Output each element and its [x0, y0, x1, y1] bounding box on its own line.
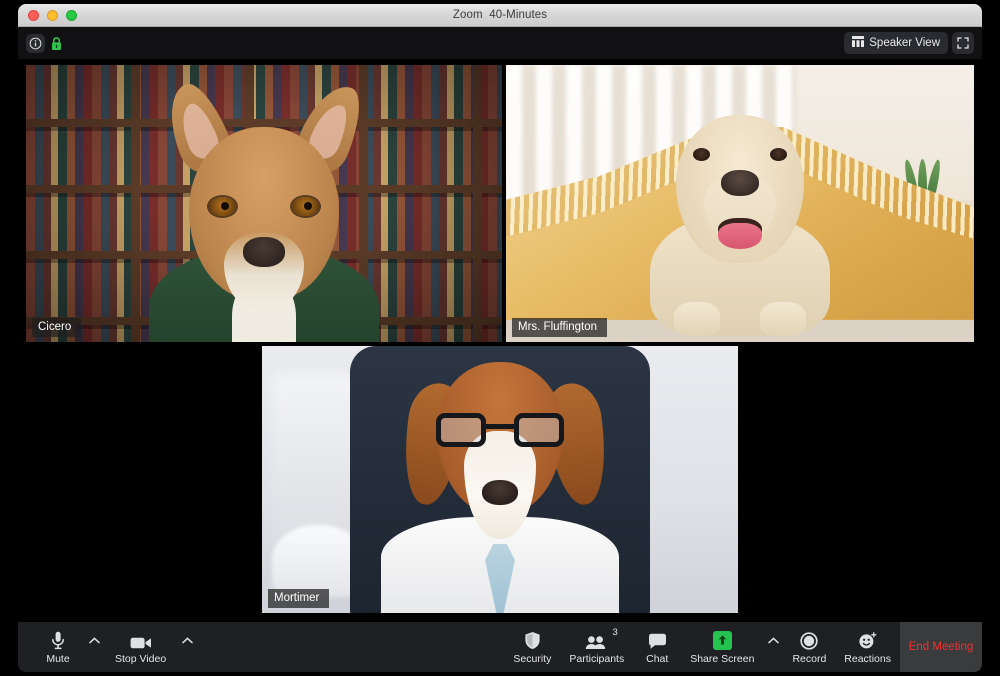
security-button[interactable]: Security: [504, 622, 560, 672]
record-label: Record: [792, 653, 826, 665]
mute-label: Mute: [46, 653, 69, 665]
toolbar-left-group: Mute Stop Video: [18, 622, 197, 672]
meeting-top-bar: Speaker View: [18, 27, 982, 59]
close-window-button[interactable]: [28, 10, 39, 21]
dog-eye-left: [209, 197, 236, 216]
view-controls: Speaker View: [844, 32, 974, 54]
chat-button[interactable]: Chat: [633, 622, 681, 672]
speaker-view-button[interactable]: Speaker View: [844, 32, 948, 54]
end-meeting-label: End Meeting: [909, 641, 974, 653]
record-button[interactable]: Record: [783, 622, 835, 672]
chat-label: Chat: [646, 653, 668, 665]
video-grid: Cicero: [18, 59, 982, 622]
audio-options-chevron-up-icon[interactable]: [84, 622, 104, 672]
participant-video-mortimer: [262, 346, 738, 613]
participant-video-mrs-fluffington: [506, 65, 974, 342]
info-icon[interactable]: [26, 34, 45, 53]
participant-name-tag: Mortimer: [268, 589, 329, 608]
reactions-label: Reactions: [844, 653, 891, 665]
dog-nose: [243, 237, 285, 267]
participant-video-cicero: [26, 65, 502, 342]
share-screen-button[interactable]: Share Screen: [681, 622, 763, 672]
stop-video-button[interactable]: Stop Video: [106, 622, 175, 672]
window-titlebar: Zoom 40-Minutes: [18, 4, 982, 27]
window-title: Zoom 40-Minutes: [453, 9, 547, 21]
participant-name-tag: Cicero: [32, 318, 81, 337]
maximize-window-button[interactable]: [66, 10, 77, 21]
meeting-info-group: [26, 34, 63, 53]
share-screen-label: Share Screen: [690, 653, 754, 665]
dog-eye-right: [292, 197, 319, 216]
video-tile-cicero[interactable]: Cicero: [26, 65, 502, 342]
video-tile-mortimer[interactable]: Mortimer: [262, 346, 738, 613]
toolbar-right-group: Security 3 Participants: [504, 622, 900, 672]
participant-name-tag: Mrs. Fluffington: [512, 318, 607, 337]
beagle-nose: [482, 480, 518, 505]
eyeglasses-icon: [436, 413, 564, 447]
security-label: Security: [513, 653, 551, 665]
fullscreen-icon[interactable]: [952, 32, 974, 54]
people-icon: 3: [585, 630, 609, 650]
camera-icon: [130, 630, 152, 650]
green-lock-icon[interactable]: [50, 36, 63, 51]
record-circle-icon: [800, 630, 818, 650]
labrador-tongue: [718, 223, 762, 249]
grid-icon: [852, 34, 864, 52]
video-options-chevron-up-icon[interactable]: [177, 622, 197, 672]
speaker-view-label: Speaker View: [869, 37, 940, 49]
shield-icon: [524, 630, 541, 650]
labrador-paw-right: [760, 302, 806, 336]
zoom-window: Zoom 40-Minutes: [18, 4, 982, 672]
labrador-paw-left: [674, 302, 720, 336]
smiley-plus-icon: [858, 630, 877, 650]
end-meeting-button[interactable]: End Meeting: [900, 622, 982, 672]
labrador-nose: [721, 170, 759, 196]
chat-bubble-icon: [648, 630, 667, 650]
toolbar-spacer: [197, 622, 504, 672]
meeting-toolbar: Mute Stop Video: [18, 622, 982, 672]
labrador-eye-right: [770, 148, 787, 161]
mute-button[interactable]: Mute: [34, 622, 82, 672]
video-tile-mrs-fluffington[interactable]: Mrs. Fluffington: [506, 65, 974, 342]
microphone-icon: [51, 630, 65, 650]
participants-button[interactable]: 3 Participants: [560, 622, 633, 672]
reactions-button[interactable]: Reactions: [835, 622, 900, 672]
meeting-body: Speaker View: [18, 27, 982, 672]
minimize-window-button[interactable]: [47, 10, 58, 21]
traffic-lights: [28, 4, 77, 26]
participants-label: Participants: [569, 653, 624, 665]
participants-count-badge: 3: [612, 627, 617, 638]
share-options-chevron-up-icon[interactable]: [763, 622, 783, 672]
stop-video-label: Stop Video: [115, 653, 166, 665]
share-up-arrow-icon: [713, 630, 732, 650]
